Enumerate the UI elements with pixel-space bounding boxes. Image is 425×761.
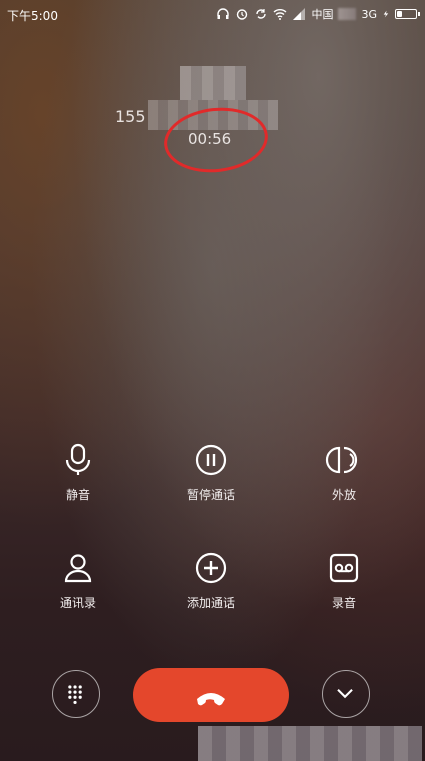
status-time: 下午5:00 [7,9,58,23]
record-button[interactable]: 录音 [289,548,399,611]
caller-number-prefix: 155 [115,107,146,126]
signal-icon [293,8,306,20]
end-call-button[interactable] [133,668,289,722]
pause-icon [195,444,227,476]
battery-icon [395,9,420,19]
charging-icon [383,10,389,18]
add-call-label: 添加通话 [186,596,235,610]
contacts-button[interactable]: 通讯录 [23,548,133,611]
watermark-redacted [198,726,422,761]
hold-button[interactable]: 暂停通话 [156,440,266,503]
dialpad-icon [68,685,82,704]
contacts-label: 通讯录 [59,596,96,610]
dialpad-button[interactable] [52,670,100,718]
status-icons: 中国 3G [216,6,420,22]
alarm-icon [237,9,248,20]
sync-icon [256,9,267,19]
headset-icon [217,8,230,19]
status-bar: 下午5:00 中国 3G [0,0,425,28]
hold-label: 暂停通话 [186,488,235,502]
carrier-blur [338,8,357,20]
chevron-down-icon [337,689,353,699]
record-label: 录音 [331,596,356,610]
contacts-icon [64,554,92,583]
mute-label: 静音 [65,488,90,502]
mute-button[interactable]: 静音 [23,440,133,503]
network-type: 3G [361,7,377,21]
add-call-button[interactable]: 添加通话 [156,548,266,611]
microphone-icon [65,443,91,475]
battery-level [397,11,403,17]
speaker-label: 外放 [331,488,356,502]
record-icon [329,553,359,583]
speaker-button[interactable]: 外放 [289,440,399,503]
collapse-button[interactable] [322,670,370,718]
end-call-icon [197,693,225,706]
caller-name-redacted [180,66,246,100]
wifi-icon [274,9,287,20]
speaker-icon [325,446,358,474]
add-call-icon [195,552,227,584]
carrier-name: 中国 [311,8,334,21]
